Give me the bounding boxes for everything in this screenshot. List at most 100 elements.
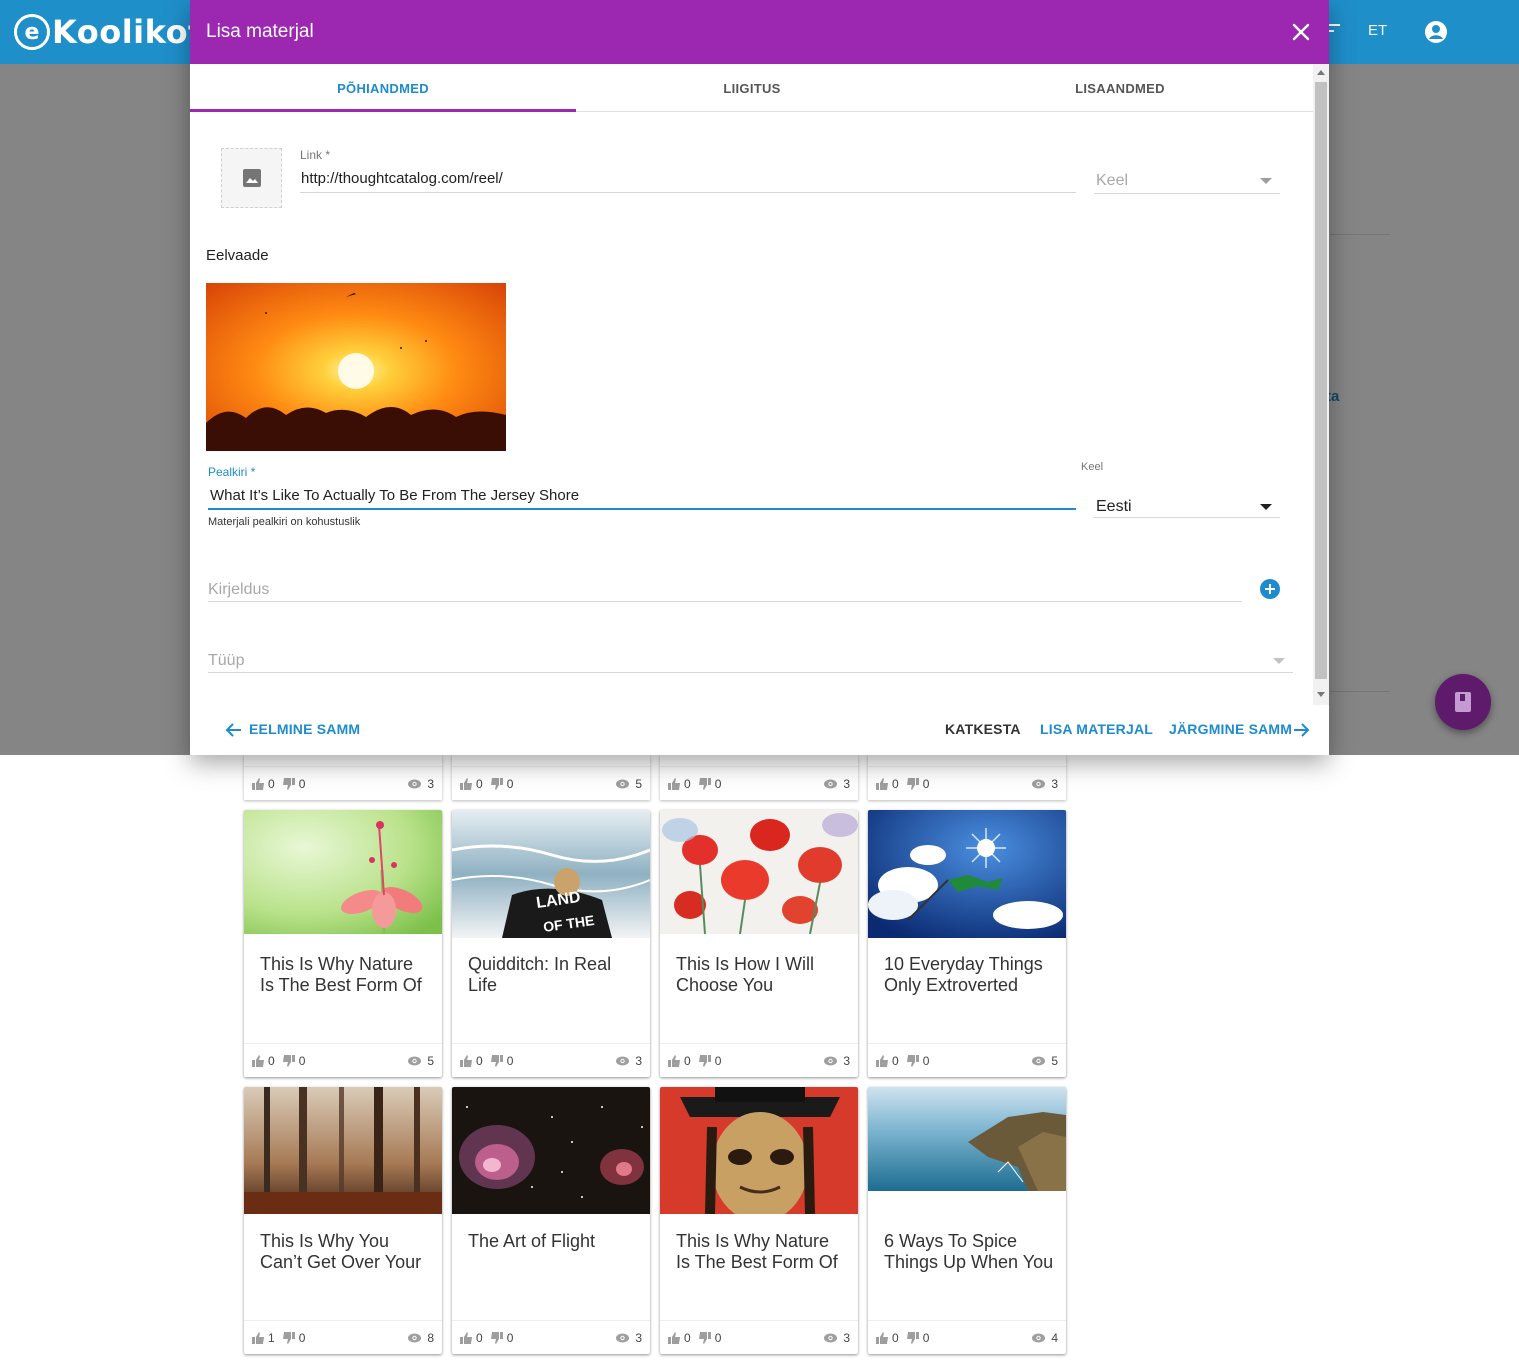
- tab-liigitus[interactable]: LIIGITUS: [569, 64, 935, 112]
- arrow-left-icon[interactable]: [224, 720, 244, 740]
- card-title[interactable]: 10 Everyday Things Only Extroverted: [884, 954, 1054, 996]
- view-count: 3: [635, 1053, 642, 1068]
- title-helper-text: Materjali pealkiri on kohustuslik: [208, 516, 361, 528]
- material-card[interactable]: The Art of Flight 0 0 3: [452, 1087, 650, 1354]
- view-count: 3: [1051, 776, 1058, 791]
- thumbs-up-icon[interactable]: [876, 777, 888, 790]
- thumbs-up-icon[interactable]: [668, 1054, 680, 1067]
- like-count: 0: [892, 776, 899, 791]
- type-select[interactable]: Tüüp: [208, 652, 244, 670]
- material-card[interactable]: This Is Why Nature Is The Best Form Of 0…: [660, 1087, 858, 1354]
- description-underline: [208, 601, 1242, 602]
- dialog-actions: EELMINE SAMM KATKESTA LISA MATERJAL JÄRG…: [190, 705, 1329, 755]
- title-language-select[interactable]: Eesti: [1096, 498, 1132, 516]
- arrow-right-icon[interactable]: [1291, 720, 1311, 740]
- thumbs-up-icon[interactable]: [252, 1054, 264, 1067]
- card-footer: 1 0 8: [244, 1320, 442, 1354]
- chevron-down-icon[interactable]: [1260, 178, 1272, 184]
- card-title[interactable]: This Is Why Nature Is The Best Form Of: [676, 1231, 846, 1273]
- thumbs-down-icon[interactable]: [698, 1331, 711, 1344]
- thumbs-up-icon[interactable]: [460, 1331, 472, 1344]
- dialog-scrollbar[interactable]: [1313, 64, 1329, 705]
- scroll-down-arrow[interactable]: [1317, 692, 1325, 697]
- app-root: e Koolikott ET ta 0 0 3 0 0 5 0 0 3 0 0 …: [0, 0, 1519, 1370]
- thumbs-down-icon[interactable]: [282, 1331, 295, 1344]
- add-description-button[interactable]: [1260, 579, 1280, 599]
- thumbs-down-icon[interactable]: [490, 1054, 503, 1067]
- dialog-title: Lisa materjal: [206, 21, 314, 42]
- eye-icon: [1032, 1056, 1046, 1065]
- card-image[interactable]: [660, 810, 858, 934]
- dislike-count: 0: [714, 1330, 722, 1345]
- card-title[interactable]: 6 Ways To Spice Things Up When You: [884, 1231, 1054, 1273]
- eye-icon: [408, 779, 422, 788]
- close-icon[interactable]: [1289, 20, 1313, 44]
- material-card[interactable]: This Is How I Will Choose You 0 0 3: [660, 810, 858, 1077]
- next-step-button[interactable]: JÄRGMINE SAMM: [1169, 721, 1292, 737]
- card-image[interactable]: LAND OF THE: [452, 810, 650, 938]
- card-title[interactable]: This Is Why Nature Is The Best Form Of: [260, 954, 430, 996]
- image-icon: [242, 169, 261, 187]
- thumbs-up-icon[interactable]: [668, 777, 680, 790]
- thumbs-up-icon[interactable]: [252, 777, 264, 790]
- material-card[interactable]: This Is Why Nature Is The Best Form Of 0…: [244, 810, 442, 1077]
- card-image[interactable]: [244, 810, 442, 934]
- scroll-thumb[interactable]: [1315, 82, 1327, 679]
- card-title[interactable]: This Is Why You Can’t Get Over Your: [260, 1231, 430, 1273]
- account-icon[interactable]: [1424, 20, 1448, 44]
- material-card[interactable]: 6 Ways To Spice Things Up When You 0 0 4: [868, 1087, 1066, 1354]
- card-image[interactable]: [244, 1087, 442, 1214]
- view-count: 4: [1051, 1330, 1058, 1345]
- thumbs-up-icon[interactable]: [460, 777, 472, 790]
- thumbs-down-icon[interactable]: [282, 777, 295, 790]
- thumbs-up-icon[interactable]: [252, 1331, 264, 1344]
- logo[interactable]: e Koolikott: [14, 12, 220, 52]
- card-title[interactable]: The Art of Flight: [468, 1231, 638, 1252]
- view-count: 3: [843, 1053, 850, 1068]
- thumbs-down-icon[interactable]: [282, 1054, 295, 1067]
- chevron-down-icon[interactable]: [1273, 658, 1285, 664]
- thumbs-down-icon[interactable]: [490, 777, 503, 790]
- thumbs-down-icon[interactable]: [490, 1331, 503, 1344]
- card-footer-partial[interactable]: 0 0 3: [660, 755, 858, 800]
- description-input[interactable]: Kirjeldus: [208, 581, 269, 599]
- add-material-button[interactable]: LISA MATERJAL: [1040, 721, 1153, 737]
- tab-lisaandmed[interactable]: LISAANDMED: [937, 64, 1303, 112]
- language-selector[interactable]: ET: [1368, 22, 1387, 39]
- material-card[interactable]: This Is Why You Can’t Get Over Your 1 0 …: [244, 1087, 442, 1354]
- thumbs-up-icon[interactable]: [876, 1054, 888, 1067]
- view-count: 5: [1051, 1053, 1058, 1068]
- add-material-dialog: Lisa materjal PÕHIANDMED LIIGITUS LISAAN…: [190, 0, 1329, 755]
- thumbs-down-icon[interactable]: [698, 777, 711, 790]
- link-label: Link *: [300, 148, 331, 162]
- card-footer: 0 0 5: [868, 1043, 1066, 1077]
- thumbs-down-icon[interactable]: [698, 1054, 711, 1067]
- material-card[interactable]: LAND OF THE Quidditch: In Real Life 0 0 …: [452, 810, 650, 1077]
- thumbnail-upload[interactable]: [221, 148, 282, 208]
- card-image[interactable]: [452, 1087, 650, 1214]
- add-material-fab[interactable]: [1435, 674, 1491, 730]
- card-image[interactable]: [660, 1087, 858, 1214]
- card-image[interactable]: [868, 810, 1066, 938]
- card-footer-partial[interactable]: 0 0 5: [452, 755, 650, 800]
- scroll-up-arrow[interactable]: [1317, 70, 1325, 75]
- chevron-down-icon[interactable]: [1260, 504, 1272, 510]
- thumbs-up-icon[interactable]: [876, 1331, 888, 1344]
- link-language-select[interactable]: Keel: [1096, 172, 1128, 190]
- tab-pohiandmed[interactable]: PÕHIANDMED: [200, 64, 566, 112]
- card-image[interactable]: [868, 1087, 1066, 1191]
- card-title[interactable]: Quidditch: In Real Life: [468, 954, 638, 996]
- thumbs-down-icon[interactable]: [906, 1054, 919, 1067]
- thumbs-down-icon[interactable]: [906, 1331, 919, 1344]
- card-footer-partial[interactable]: 0 0 3: [868, 755, 1066, 800]
- previous-step-button[interactable]: EELMINE SAMM: [249, 721, 360, 737]
- card-footer-partial[interactable]: 0 0 3: [244, 755, 442, 800]
- thumbs-up-icon[interactable]: [460, 1054, 472, 1067]
- thumbs-up-icon[interactable]: [668, 1331, 680, 1344]
- cancel-button[interactable]: KATKESTA: [945, 721, 1021, 737]
- card-title[interactable]: This Is How I Will Choose You: [676, 954, 846, 996]
- material-card[interactable]: 10 Everyday Things Only Extroverted 0 0 …: [868, 810, 1066, 1077]
- title-input[interactable]: What It’s Like To Actually To Be From Th…: [210, 487, 579, 504]
- thumbs-down-icon[interactable]: [906, 777, 919, 790]
- link-input[interactable]: http://thoughtcatalog.com/reel/: [301, 170, 503, 187]
